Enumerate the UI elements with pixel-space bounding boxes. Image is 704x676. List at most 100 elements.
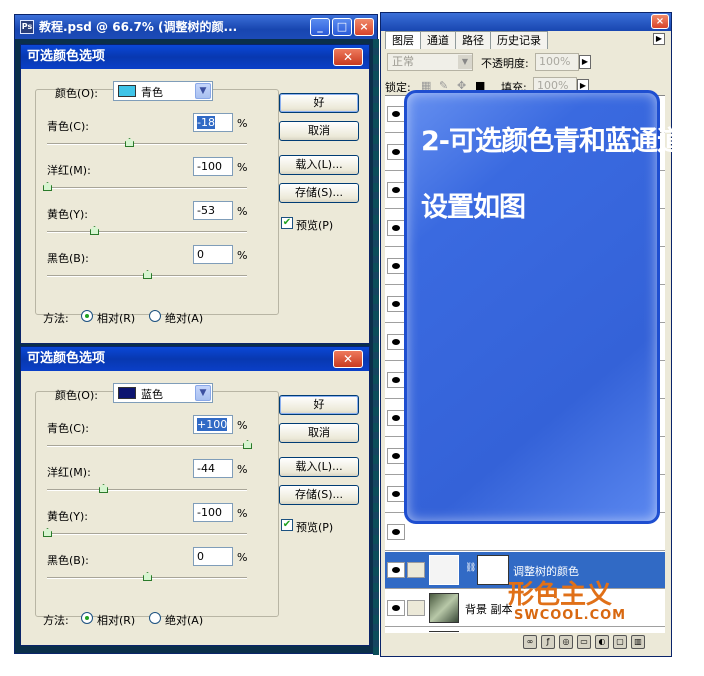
eye-icon[interactable] — [387, 486, 405, 502]
eye-icon[interactable] — [387, 448, 405, 464]
method-label: 方法: — [43, 312, 69, 325]
preview-label: 预览(P) — [296, 219, 334, 232]
adjustment-layer-icon — [407, 562, 425, 578]
cyan-slider-track[interactable] — [47, 143, 247, 145]
chain-icon: ⛓ — [465, 563, 477, 573]
save-button[interactable]: 存储(S)... — [279, 183, 359, 203]
link-layers-icon[interactable]: ∞ — [523, 635, 537, 649]
panel-menu-icon[interactable]: ▶ — [653, 33, 665, 45]
new-group-icon[interactable]: ▭ — [577, 635, 591, 649]
cyan-label: 青色(C): — [47, 422, 89, 435]
preview-label: 预览(P) — [296, 521, 334, 534]
layer-mask-thumbnail — [477, 555, 509, 585]
magenta-input[interactable]: -100 — [193, 157, 233, 176]
cancel-button[interactable]: 取消 — [279, 121, 359, 141]
cyan-input[interactable]: -18 — [193, 113, 233, 132]
annotation-callout: 2-可选颜色青和蓝通道的 设置如图 — [404, 90, 704, 524]
eye-icon[interactable] — [387, 258, 405, 274]
layers-toolbar: ∞ ƒ ◎ ▭ ◐ ▢ ▥ — [385, 632, 665, 650]
trash-icon[interactable]: ▥ — [631, 635, 645, 649]
yellow-label: 黄色(Y): — [47, 510, 89, 523]
percent-label: % — [237, 161, 248, 174]
dialog-close-button[interactable]: ✕ — [333, 350, 363, 368]
adjustment-thumbnail — [429, 555, 459, 585]
colors-select[interactable]: 青色 ▼ — [113, 81, 213, 101]
cyan-label: 青色(C): — [47, 120, 89, 133]
relative-radio[interactable] — [81, 612, 93, 624]
callout-line-2: 设置如图 — [421, 192, 526, 223]
maximize-button[interactable]: □ — [332, 18, 352, 36]
tab-channels[interactable]: 通道 — [420, 31, 456, 49]
preview-checkbox[interactable]: ✔ — [281, 217, 293, 229]
ok-button[interactable]: 好 — [279, 395, 359, 415]
percent-label: % — [237, 419, 248, 432]
callout-line-1: 2-可选颜色青和蓝通道的 — [421, 126, 704, 157]
eye-icon[interactable] — [387, 562, 405, 578]
close-button[interactable]: × — [354, 18, 374, 36]
color-swatch — [118, 85, 136, 97]
colors-select[interactable]: 蓝色 ▼ — [113, 383, 213, 403]
chevron-down-icon[interactable]: ▼ — [195, 83, 211, 99]
chevron-down-icon[interactable]: ▼ — [195, 385, 211, 401]
eye-icon[interactable] — [387, 372, 405, 388]
opacity-input[interactable]: 100% — [535, 53, 579, 71]
tab-history[interactable]: 历史记录 — [490, 31, 548, 49]
yellow-input[interactable]: -53 — [193, 201, 233, 220]
yellow-slider-track[interactable] — [47, 533, 247, 535]
magenta-slider-track[interactable] — [47, 489, 247, 491]
eye-icon[interactable] — [387, 524, 405, 540]
percent-label: % — [237, 117, 248, 130]
eye-icon[interactable] — [387, 182, 405, 198]
cancel-button[interactable]: 取消 — [279, 423, 359, 443]
colors-select-value: 蓝色 — [141, 388, 163, 401]
save-button[interactable]: 存储(S)... — [279, 485, 359, 505]
yellow-slider-track[interactable] — [47, 231, 247, 233]
eye-icon[interactable] — [387, 334, 405, 350]
cyan-slider-track[interactable] — [47, 445, 247, 447]
dialog-title: 可选颜色选项 — [21, 347, 369, 371]
photoshop-file-icon: Ps — [20, 20, 34, 34]
magenta-label: 洋红(M): — [47, 164, 91, 177]
load-button[interactable]: 载入(L)... — [279, 457, 359, 477]
eye-icon[interactable] — [387, 600, 405, 616]
preview-checkbox[interactable]: ✔ — [281, 519, 293, 531]
eye-icon[interactable] — [387, 410, 405, 426]
chevron-down-icon: ▼ — [458, 55, 472, 69]
eye-icon[interactable] — [387, 220, 405, 236]
percent-label: % — [237, 463, 248, 476]
black-label: 黑色(B): — [47, 554, 89, 567]
load-button[interactable]: 载入(L)... — [279, 155, 359, 175]
absolute-radio[interactable] — [149, 310, 161, 322]
yellow-input[interactable]: -100 — [193, 503, 233, 522]
document-title-bar[interactable]: Ps 教程.psd @ 66.7% (调整树的颜... _ □ × — [15, 15, 377, 39]
eye-icon[interactable] — [387, 106, 405, 122]
relative-radio[interactable] — [81, 310, 93, 322]
tab-paths[interactable]: 路径 — [455, 31, 491, 49]
layer-style-icon[interactable]: ƒ — [541, 635, 555, 649]
black-input[interactable]: 0 — [193, 547, 233, 566]
colors-label: 颜色(O): — [55, 87, 98, 100]
cyan-input[interactable]: +100 — [193, 415, 233, 434]
selective-color-dialog-blue: 可选颜色选项 ✕ 颜色(O): 蓝色 ▼ 青色(C): +100 % 洋红(M)… — [20, 346, 370, 646]
minimize-button[interactable]: _ — [310, 18, 330, 36]
add-mask-icon[interactable]: ◎ — [559, 635, 573, 649]
magenta-label: 洋红(M): — [47, 466, 91, 479]
opacity-slider-icon[interactable]: ▶ — [579, 55, 591, 69]
percent-label: % — [237, 249, 248, 262]
panel-close-icon[interactable]: × — [651, 14, 669, 29]
eye-icon[interactable] — [387, 296, 405, 312]
adjustment-layer-button-icon[interactable]: ◐ — [595, 635, 609, 649]
ok-button[interactable]: 好 — [279, 93, 359, 113]
black-input[interactable]: 0 — [193, 245, 233, 264]
eye-icon[interactable] — [387, 144, 405, 160]
panel-title-bar[interactable]: × — [381, 13, 671, 31]
magenta-input[interactable]: -44 — [193, 459, 233, 478]
blend-mode-select[interactable]: 正常 ▼ — [387, 53, 473, 71]
magenta-slider-track[interactable] — [47, 187, 247, 189]
dialog-close-button[interactable]: ✕ — [333, 48, 363, 66]
absolute-radio[interactable] — [149, 612, 161, 624]
link-box[interactable] — [407, 600, 425, 616]
tab-layers[interactable]: 图层 — [385, 31, 421, 49]
new-layer-icon[interactable]: ▢ — [613, 635, 627, 649]
absolute-label: 绝对(A) — [165, 312, 204, 325]
